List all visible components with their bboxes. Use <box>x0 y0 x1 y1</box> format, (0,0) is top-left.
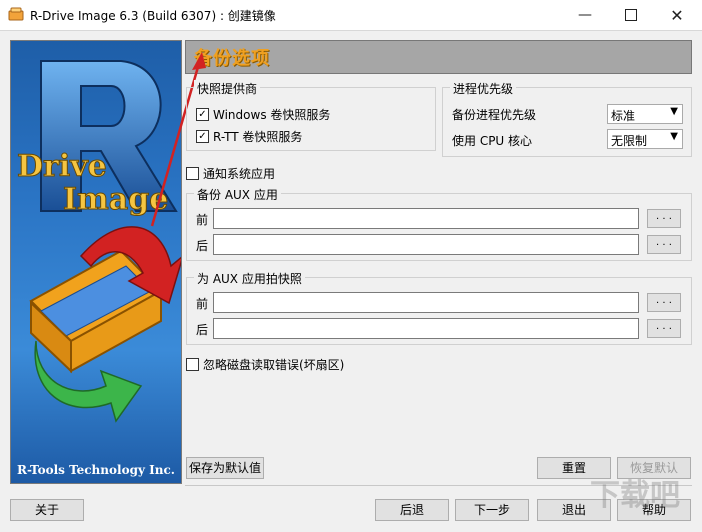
cpu-cores-label: 使用 CPU 核心 <box>452 134 533 148</box>
cpu-cores-value: 无限制 <box>611 134 648 148</box>
company-name: R-Tools Technology Inc. <box>17 463 175 477</box>
snapshot-aux-after-input[interactable] <box>213 318 639 339</box>
snapshot-provider-label: 快照提供商 <box>194 80 261 97</box>
windows-vss-checkbox[interactable]: ✓ <box>196 108 209 121</box>
backup-aux-after-label: 后 <box>196 239 209 253</box>
watermark: 下载吧 <box>590 478 680 513</box>
back-button[interactable]: 后退 <box>375 499 449 521</box>
cpu-cores-select[interactable]: 无限制 ▼ <box>607 129 683 149</box>
backup-aux-label: 备份 AUX 应用 <box>194 186 281 203</box>
backup-priority-value: 标准 <box>611 109 636 123</box>
maximize-icon <box>625 9 637 21</box>
chevron-down-icon: ▼ <box>670 131 678 142</box>
window-title: R-Drive Image 6.3 (Build 6307) : 创建镜像 <box>30 9 276 23</box>
notify-apps-checkbox[interactable] <box>186 167 199 180</box>
close-button[interactable]: ✕ <box>654 0 700 30</box>
backup-aux-after-input[interactable] <box>213 234 639 255</box>
section-header: 备份选项 <box>185 40 692 74</box>
next-button[interactable]: 下一步 <box>455 499 529 521</box>
rtt-vss-checkbox[interactable]: ✓ <box>196 130 209 143</box>
minimize-button[interactable]: — <box>562 0 608 30</box>
snapshot-aux-after-browse-button[interactable]: . . . <box>647 319 681 338</box>
svg-text:Drive: Drive <box>17 149 107 184</box>
rtt-vss-label: R-TT 卷快照服务 <box>213 130 303 144</box>
save-default-button[interactable]: 保存为默认值 <box>186 457 264 479</box>
ignore-errors-label: 忽略磁盘读取错误(坏扇区) <box>203 358 345 372</box>
backup-aux-after-browse-button[interactable]: . . . <box>647 235 681 254</box>
backup-aux-before-input[interactable] <box>213 208 639 229</box>
process-priority-label: 进程优先级 <box>450 80 517 97</box>
notify-apps-label: 通知系统应用 <box>203 167 276 181</box>
backup-priority-select[interactable]: 标准 ▼ <box>607 104 683 124</box>
backup-priority-label: 备份进程优先级 <box>452 108 537 122</box>
snapshot-aux-before-label: 前 <box>196 297 209 311</box>
about-button[interactable]: 关于 <box>10 499 84 521</box>
snapshot-aux-before-input[interactable] <box>213 292 639 313</box>
ignore-errors-checkbox[interactable] <box>186 358 199 371</box>
title-bar: R-Drive Image 6.3 (Build 6307) : 创建镜像 — … <box>0 0 702 31</box>
snapshot-aux-label: 为 AUX 应用拍快照 <box>194 270 305 287</box>
snapshot-aux-before-browse-button[interactable]: . . . <box>647 293 681 312</box>
minimize-icon: — <box>578 7 592 23</box>
windows-vss-label: Windows 卷快照服务 <box>213 108 331 122</box>
app-icon <box>8 7 24 21</box>
backup-aux-before-browse-button[interactable]: . . . <box>647 209 681 228</box>
chevron-down-icon: ▼ <box>670 106 678 117</box>
close-icon: ✕ <box>670 5 684 25</box>
snapshot-aux-after-label: 后 <box>196 323 209 337</box>
backup-aux-before-label: 前 <box>196 213 209 227</box>
maximize-button[interactable] <box>608 0 654 30</box>
